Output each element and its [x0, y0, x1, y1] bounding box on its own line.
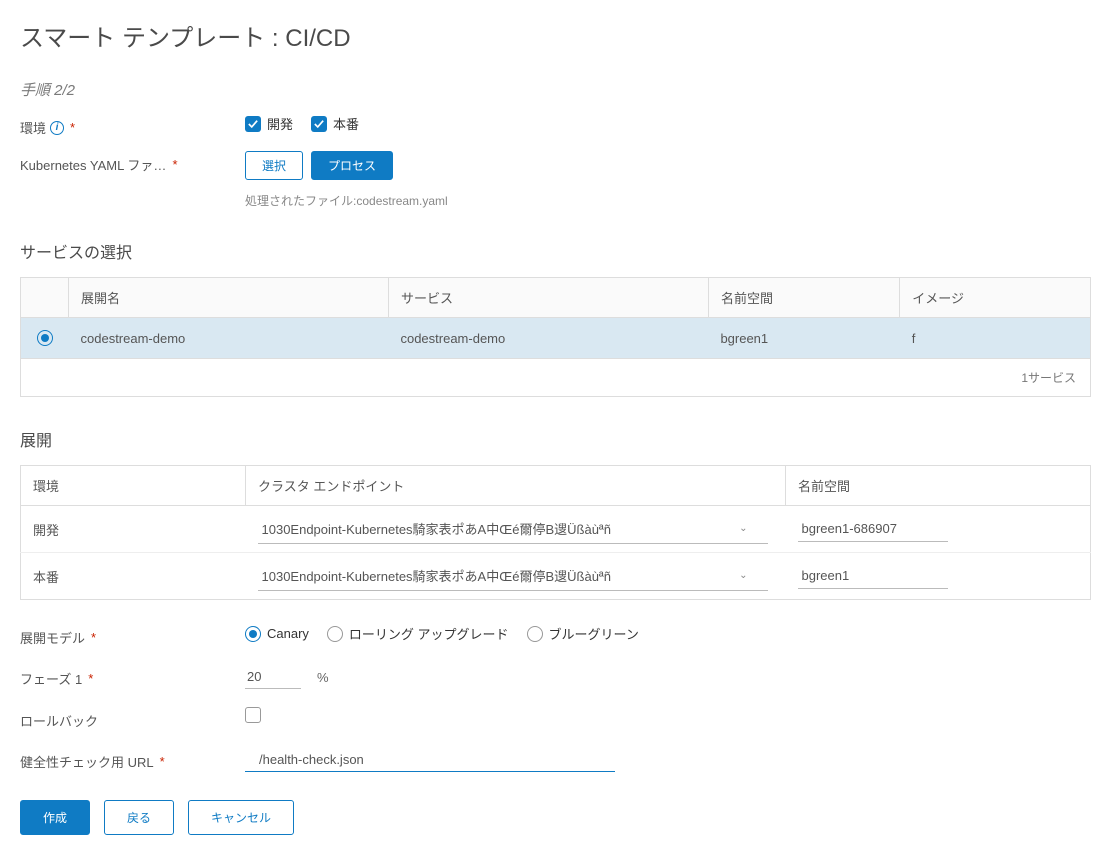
env-label: 環境 i *: [20, 114, 245, 137]
select-file-button[interactable]: 選択: [245, 151, 303, 180]
step-indicator: 手順 2/2: [20, 79, 1091, 100]
phase-label: フェーズ 1 *: [20, 665, 245, 688]
th-cluster: クラスタ エンドポイント: [246, 466, 786, 506]
yaml-label: Kubernetes YAML ファ… *: [20, 151, 245, 174]
namespace-input-prod[interactable]: [798, 563, 948, 589]
table-row: 本番 1030Endpoint-Kubernetes騎家表ポあA中Œé爾停B遚Ü…: [21, 553, 1091, 600]
th-namespace[interactable]: 名前空間: [708, 278, 899, 318]
th-service[interactable]: サービス: [388, 278, 708, 318]
radio-bluegreen[interactable]: ブルーグリーン: [527, 624, 639, 643]
checkbox-dev[interactable]: 開発: [245, 114, 293, 133]
service-table-footer: 1サービス: [20, 359, 1091, 397]
process-button[interactable]: プロセス: [311, 151, 393, 180]
radio-icon: [245, 626, 261, 642]
th-env: 環境: [21, 466, 246, 506]
th-deploy-name[interactable]: 展開名: [69, 278, 389, 318]
page-title: スマート テンプレート : CI/CD: [20, 18, 1091, 53]
radio-header: [21, 278, 69, 318]
back-button[interactable]: 戻る: [104, 800, 174, 835]
checkbox-prod[interactable]: 本番: [311, 114, 359, 133]
deploy-table: 環境 クラスタ エンドポイント 名前空間 開発 1030Endpoint-Kub…: [20, 465, 1091, 600]
cluster-select-dev[interactable]: 1030Endpoint-Kubernetes騎家表ポあA中Œé爾停B遚Üßàù…: [258, 514, 768, 544]
cluster-select-prod[interactable]: 1030Endpoint-Kubernetes騎家表ポあA中Œé爾停B遚Üßàù…: [258, 561, 768, 591]
th-ns: 名前空間: [786, 466, 1091, 506]
rollback-checkbox[interactable]: [245, 707, 261, 723]
deploy-section-title: 展開: [20, 427, 1091, 451]
percent-label: %: [317, 670, 329, 685]
healthcheck-input[interactable]: [245, 748, 615, 772]
radio-icon: [527, 626, 543, 642]
check-icon: [245, 116, 261, 132]
cancel-button[interactable]: キャンセル: [188, 800, 294, 835]
rollback-label: ロールバック: [20, 707, 245, 730]
radio-icon: [327, 626, 343, 642]
deploy-model-label: 展開モデル *: [20, 624, 245, 647]
healthcheck-label: 健全性チェック用 URL *: [20, 748, 245, 771]
th-image[interactable]: イメージ: [900, 278, 1091, 318]
info-icon[interactable]: i: [50, 121, 64, 135]
chevron-down-icon: ⌄: [739, 523, 747, 534]
table-row[interactable]: codestream-demo codestream-demo bgreen1 …: [21, 318, 1091, 359]
service-section-title: サービスの選択: [20, 239, 1091, 263]
create-button[interactable]: 作成: [20, 800, 90, 835]
service-table: 展開名 サービス 名前空間 イメージ codestream-demo codes…: [20, 277, 1091, 359]
table-row: 開発 1030Endpoint-Kubernetes騎家表ポあA中Œé爾停B遚Ü…: [21, 506, 1091, 553]
radio-canary[interactable]: Canary: [245, 626, 309, 642]
namespace-input-dev[interactable]: [798, 516, 948, 542]
radio-rolling[interactable]: ローリング アップグレード: [327, 624, 509, 643]
phase-input[interactable]: [245, 665, 301, 689]
chevron-down-icon: ⌄: [739, 570, 747, 581]
processed-file-text: 処理されたファイル:codestream.yaml: [245, 192, 448, 209]
row-radio[interactable]: [37, 330, 53, 346]
check-icon: [311, 116, 327, 132]
